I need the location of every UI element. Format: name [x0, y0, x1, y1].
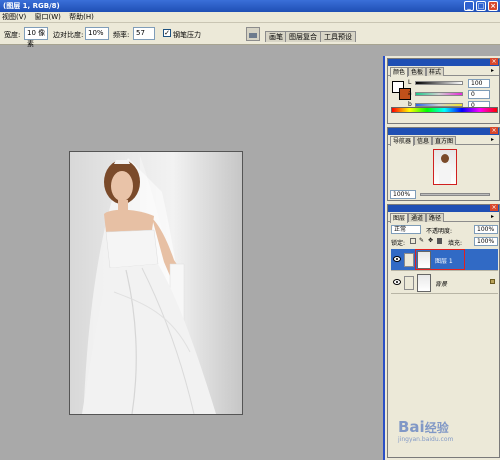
maximize-button[interactable]: □ — [476, 1, 486, 11]
menu-bar: 视图(V) 窗口(W) 帮助(H) — [0, 12, 500, 23]
fill-field[interactable]: 100% — [474, 237, 498, 246]
channel-L-slider: L 100 — [408, 79, 499, 88]
tab-swatches[interactable]: 色板 — [408, 67, 427, 76]
layer-row-layer1[interactable]: 图层 1 — [391, 249, 498, 271]
minimize-button[interactable]: _ — [464, 1, 474, 11]
navigator-view-box[interactable] — [433, 149, 457, 185]
lock-move-icon[interactable]: ✥ — [428, 238, 434, 244]
contrast-input[interactable]: 10% — [85, 27, 109, 40]
window-title-bar: (图层 1, RGB/8) _ □ × — [0, 0, 500, 12]
tab-info[interactable]: 信息 — [414, 136, 433, 145]
link-cell[interactable] — [404, 276, 414, 290]
opacity-label: 不透明度: — [426, 228, 453, 235]
color-spectrum-bar[interactable] — [391, 107, 498, 113]
layer-name[interactable]: 背景 — [435, 279, 447, 288]
tab-histogram[interactable]: 直方图 — [432, 136, 457, 145]
navigator-zoom-field[interactable]: 100% — [390, 190, 416, 199]
window-title: (图层 1, RGB/8) — [3, 2, 60, 10]
layer-thumbnail — [417, 274, 431, 292]
frequency-input[interactable]: 57 — [133, 27, 155, 40]
palette-menu-icon[interactable]: ▸ — [491, 214, 497, 220]
lock-label: 锁定: — [391, 240, 406, 247]
lock-icon — [490, 279, 495, 284]
well-tab-tool-presets[interactable]: 工具预设 — [320, 31, 356, 42]
contrast-label: 边对比度: — [53, 31, 84, 39]
tab-color[interactable]: 颜色 — [390, 67, 409, 77]
tool-options-bar: 宽度: 10 像素 边对比度: 10% 频率: 57 ✓ 钢笔压力 画笔 图层复… — [0, 23, 500, 48]
well-tab-brushes[interactable]: 画笔 — [265, 31, 287, 42]
palette-column: × 颜色 色板 样式 ▸ L 100 a 0 b 0 × 导航器 信息 直方图 … — [383, 56, 500, 460]
tab-paths[interactable]: 路径 — [426, 213, 445, 222]
brush-icon[interactable] — [404, 253, 414, 267]
tab-navigator[interactable]: 导航器 — [390, 136, 415, 146]
navigator-zoom-slider[interactable] — [420, 193, 490, 196]
lock-transparent-icon[interactable] — [410, 238, 416, 244]
navigator-palette: × 导航器 信息 直方图 ▸ 100% — [387, 127, 500, 201]
channel-a-slider: a 0 — [408, 90, 499, 99]
fill-label: 填充: — [448, 240, 463, 247]
blend-mode-select[interactable]: 正常 — [391, 225, 421, 234]
eye-icon[interactable] — [393, 256, 401, 262]
close-icon[interactable]: × — [490, 204, 498, 211]
baidu-watermark: Bai经验 jingyan.baidu.com — [398, 418, 454, 443]
opacity-field[interactable]: 100% — [474, 225, 498, 234]
close-icon[interactable]: × — [490, 127, 498, 134]
bride-photo — [82, 156, 216, 414]
palette-menu-icon[interactable]: ▸ — [491, 137, 497, 143]
palette-well-icon[interactable] — [246, 27, 260, 41]
width-label: 宽度: — [4, 31, 21, 39]
close-icon[interactable]: × — [490, 58, 498, 65]
menu-help[interactable]: 帮助(H) — [69, 13, 94, 21]
tab-channels[interactable]: 通道 — [408, 213, 427, 222]
lock-all-icon[interactable] — [437, 238, 442, 244]
eye-icon[interactable] — [393, 279, 401, 285]
tab-layers[interactable]: 图层 — [390, 213, 409, 223]
palette-menu-icon[interactable]: ▸ — [491, 68, 497, 74]
frequency-label: 频率: — [113, 31, 130, 39]
close-button[interactable]: × — [488, 1, 498, 11]
pen-pressure-checkbox[interactable]: ✓ — [163, 29, 171, 37]
pen-pressure-label: 钢笔压力 — [173, 31, 201, 39]
channel-L-value[interactable]: 100 — [468, 79, 490, 88]
lock-paint-icon[interactable]: ✎ — [419, 238, 425, 244]
channel-a-value[interactable]: 0 — [468, 90, 490, 99]
menu-view[interactable]: 视图(V) — [2, 13, 26, 21]
color-palette: × 颜色 色板 样式 ▸ L 100 a 0 b 0 — [387, 58, 500, 124]
document-canvas[interactable] — [69, 151, 243, 415]
tab-styles[interactable]: 样式 — [426, 67, 445, 76]
menu-window[interactable]: 窗口(W) — [35, 13, 61, 21]
well-tab-layer-comps[interactable]: 图层复合 — [285, 31, 321, 42]
highlight-box — [415, 249, 465, 270]
width-input[interactable]: 10 像素 — [24, 27, 48, 48]
layer-row-background[interactable]: 背景 — [391, 272, 498, 294]
